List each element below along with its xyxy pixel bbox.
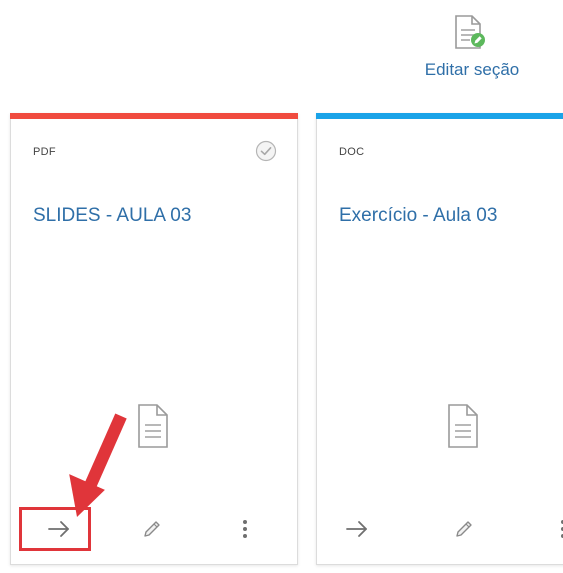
more-vertical-icon <box>243 520 247 538</box>
more-options-button[interactable] <box>225 509 265 549</box>
document-icon <box>138 404 168 448</box>
card-type-label: PDF <box>33 146 56 158</box>
arrow-right-icon <box>48 521 69 537</box>
card-accent-bar <box>316 113 563 119</box>
edit-button[interactable] <box>444 509 484 549</box>
edit-section-button[interactable]: Editar seção <box>404 12 540 90</box>
open-button[interactable] <box>39 509 79 549</box>
open-button[interactable] <box>337 509 377 549</box>
pencil-icon <box>456 521 472 537</box>
more-options-button[interactable] <box>543 509 563 549</box>
card-title-link[interactable]: SLIDES - AULA 03 <box>33 205 191 227</box>
card-type-label: DOC <box>339 146 365 158</box>
edit-section-label: Editar seção <box>424 60 520 79</box>
edit-button[interactable] <box>132 509 172 549</box>
course-section-page: Editar seção PDF SLIDES - AULA 03 DOC Ex… <box>0 0 563 573</box>
arrow-right-icon <box>346 521 367 537</box>
pencil-icon <box>144 521 160 537</box>
more-vertical-icon <box>561 520 563 538</box>
content-card-exercise[interactable]: DOC Exercício - Aula 03 <box>316 113 563 565</box>
document-edit-icon <box>455 15 485 49</box>
card-title-link[interactable]: Exercício - Aula 03 <box>339 205 497 227</box>
content-card-slides[interactable]: PDF SLIDES - AULA 03 <box>10 113 298 565</box>
card-accent-bar <box>10 113 298 119</box>
check-circle-icon[interactable] <box>255 140 277 162</box>
document-icon <box>448 404 478 448</box>
